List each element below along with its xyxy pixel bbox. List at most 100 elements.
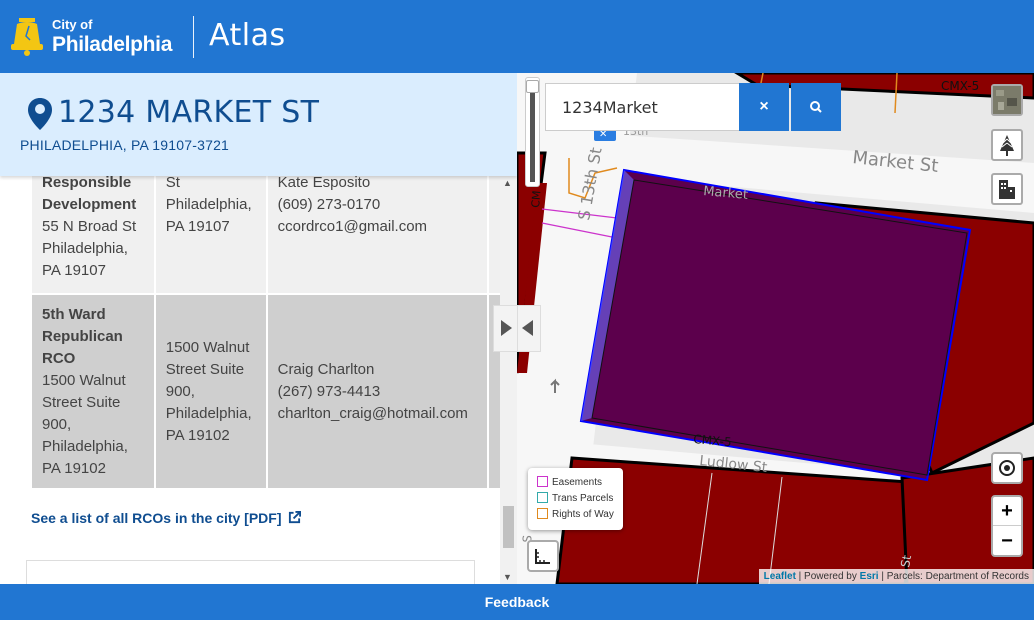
rco-office-cell: 1500 Walnut Street Suite 900, Philadelphia,… xyxy=(154,293,268,488)
org-name-line: Republican xyxy=(42,328,123,345)
legend-item: Rights of Way xyxy=(537,508,623,524)
address-card: 1234 MARKET ST PHILADELPHIA, PA 19107-37… xyxy=(0,73,517,176)
text-line: 1500 Walnut xyxy=(42,372,126,389)
text-line: 1500 Walnut xyxy=(165,339,250,356)
zoom-out-button[interactable]: − xyxy=(993,527,1021,556)
logo-line2: Philadelphia xyxy=(52,33,173,56)
attribution-parcels: | Parcels: Department of Records xyxy=(878,571,1029,582)
text-line: Street Suite xyxy=(42,394,121,411)
text-line: PA 19102 xyxy=(42,460,106,477)
toggle-divider xyxy=(517,306,518,351)
liberty-bell-icon xyxy=(11,18,43,56)
attribution-powered: | Powered by xyxy=(795,571,860,582)
text-line: 900, xyxy=(165,383,195,400)
imagery-toggle-button[interactable] xyxy=(991,84,1023,116)
app-title[interactable]: Atlas xyxy=(209,18,286,53)
map-panel[interactable]: ✕ Market St Market S 13th St Ludlow St C… xyxy=(517,73,1034,584)
rco-org-cell: forResponsibleDevelopment55 N Broad StPh… xyxy=(32,163,156,294)
buildings-icon[interactable] xyxy=(993,175,1021,203)
logo-line1: City of xyxy=(52,17,93,32)
historic-map-button[interactable] xyxy=(991,129,1023,161)
expand-right-icon[interactable] xyxy=(501,320,512,336)
zoom-in-button[interactable]: + xyxy=(993,497,1021,526)
aerial-imagery-icon[interactable] xyxy=(993,86,1021,114)
address-city-line: PHILADELPHIA, PA 19107-3721 xyxy=(20,137,230,153)
text-line: 55 N Broad St xyxy=(42,218,137,235)
measure-button[interactable] xyxy=(527,540,559,572)
text-line: Philadelphia, xyxy=(165,196,252,213)
text-line: 900, xyxy=(42,416,72,433)
rco-table-row: 5th Ward Republican RCO 1500 Walnut Street S… xyxy=(32,293,502,488)
map-attribution: Leaflet | Powered by Esri | Parcels: Dep… xyxy=(758,569,1034,584)
text-line: PA 19107 xyxy=(42,262,106,279)
external-link-icon xyxy=(289,511,302,524)
search-button[interactable] xyxy=(791,83,841,131)
text-line: Street Suite xyxy=(165,361,245,378)
app-footer: Feedback xyxy=(0,584,1034,620)
contact-phone: (267) 973-4413 xyxy=(277,383,381,400)
org-name-line: Development xyxy=(42,196,137,213)
rco-table-wrap: forResponsibleDevelopment55 N Broad StPh… xyxy=(32,152,502,488)
search-icon[interactable] xyxy=(791,83,841,131)
panel-toggle[interactable] xyxy=(493,305,541,352)
text-line: Philadelphia, xyxy=(42,240,128,257)
city-logo[interactable]: City of Philadelphia xyxy=(52,18,172,55)
label-cmx5-top: CMX-5 xyxy=(941,79,979,93)
legend-label: Rights of Way xyxy=(552,509,614,520)
rco-office-cell: 55 N BroadStPhiladelphia,PA 19107 xyxy=(154,152,268,294)
ruler-icon[interactable] xyxy=(529,542,557,570)
leaflet-link[interactable]: Leaflet xyxy=(764,571,796,582)
map-marker-icon xyxy=(28,98,52,130)
contact-phone: (609) 273-0170 xyxy=(277,196,381,213)
rco-table: forResponsibleDevelopment55 N Broad StPh… xyxy=(32,152,502,488)
text-line: PA 19102 xyxy=(165,427,230,444)
opacity-slider[interactable] xyxy=(525,77,540,187)
legend-swatch xyxy=(537,508,548,519)
scroll-down-arrow-icon[interactable]: ▼ xyxy=(503,572,512,582)
address-search-input[interactable] xyxy=(546,84,739,130)
rco-pdf-link[interactable]: See a list of all RCOs in the city [PDF] xyxy=(31,510,302,526)
app-header: City of Philadelphia Atlas xyxy=(0,0,1034,73)
legend-swatch xyxy=(537,492,548,503)
org-name-line: RCO xyxy=(42,350,76,367)
legend-item: Easements xyxy=(537,476,623,492)
map-search-box[interactable] xyxy=(545,83,740,131)
org-name-line: 5th Ward xyxy=(42,306,106,323)
label-cm-left: CM xyxy=(529,190,543,208)
map-legend: Easements Trans Parcels Rights of Way xyxy=(528,468,623,530)
text-line: Philadelphia, xyxy=(42,438,128,455)
close-icon[interactable]: × xyxy=(759,98,768,115)
text-line: Philadelphia, xyxy=(165,405,252,422)
header-divider xyxy=(193,16,194,58)
legend-swatch xyxy=(537,476,548,487)
tree-icon[interactable] xyxy=(993,131,1021,159)
expand-left-icon[interactable] xyxy=(522,320,533,336)
next-section-box xyxy=(26,560,475,584)
topic-panel: forResponsibleDevelopment55 N Broad StPh… xyxy=(0,73,517,584)
cyclomedia-button[interactable] xyxy=(991,173,1023,205)
rco-table-row: forResponsibleDevelopment55 N Broad StPh… xyxy=(32,152,502,294)
contact-name: Craig Charlton xyxy=(277,361,375,378)
slider-track[interactable] xyxy=(530,90,535,182)
geolocate-button[interactable] xyxy=(991,452,1023,484)
panel-scrollbar[interactable]: ▲ ▼ xyxy=(500,176,517,584)
legend-label: Trans Parcels xyxy=(552,493,614,504)
feedback-link[interactable]: Feedback xyxy=(485,594,550,610)
legend-item: Trans Parcels xyxy=(537,492,623,508)
rco-org-cell: 5th Ward Republican RCO 1500 Walnut Street S… xyxy=(32,293,156,488)
contact-email[interactable]: charlton_craig@hotmail.com xyxy=(278,403,478,425)
scroll-up-arrow-icon[interactable]: ▲ xyxy=(503,178,512,188)
rco-contact-cell: Craig Charlton (267) 973-4413 charlton_cra… xyxy=(266,293,490,488)
legend-label: Easements xyxy=(552,477,603,488)
zoom-control: + − xyxy=(991,495,1023,557)
scroll-thumb[interactable] xyxy=(503,506,514,548)
slider-knob[interactable] xyxy=(526,80,539,93)
esri-link[interactable]: Esri xyxy=(860,571,879,582)
clear-search-button[interactable]: × xyxy=(739,83,789,131)
text-line: PA 19107 xyxy=(165,218,230,235)
rco-contact-cell: Kate Esposito (609) 273-0170 ccordrco1@gma… xyxy=(266,163,490,294)
crosshair-icon[interactable] xyxy=(993,454,1021,482)
address-street: 1234 MARKET ST xyxy=(58,95,320,130)
contact-email[interactable]: ccordrco1@gmail.com xyxy=(278,216,478,238)
rco-link-text[interactable]: See a list of all RCOs in the city [PDF] xyxy=(31,510,282,526)
